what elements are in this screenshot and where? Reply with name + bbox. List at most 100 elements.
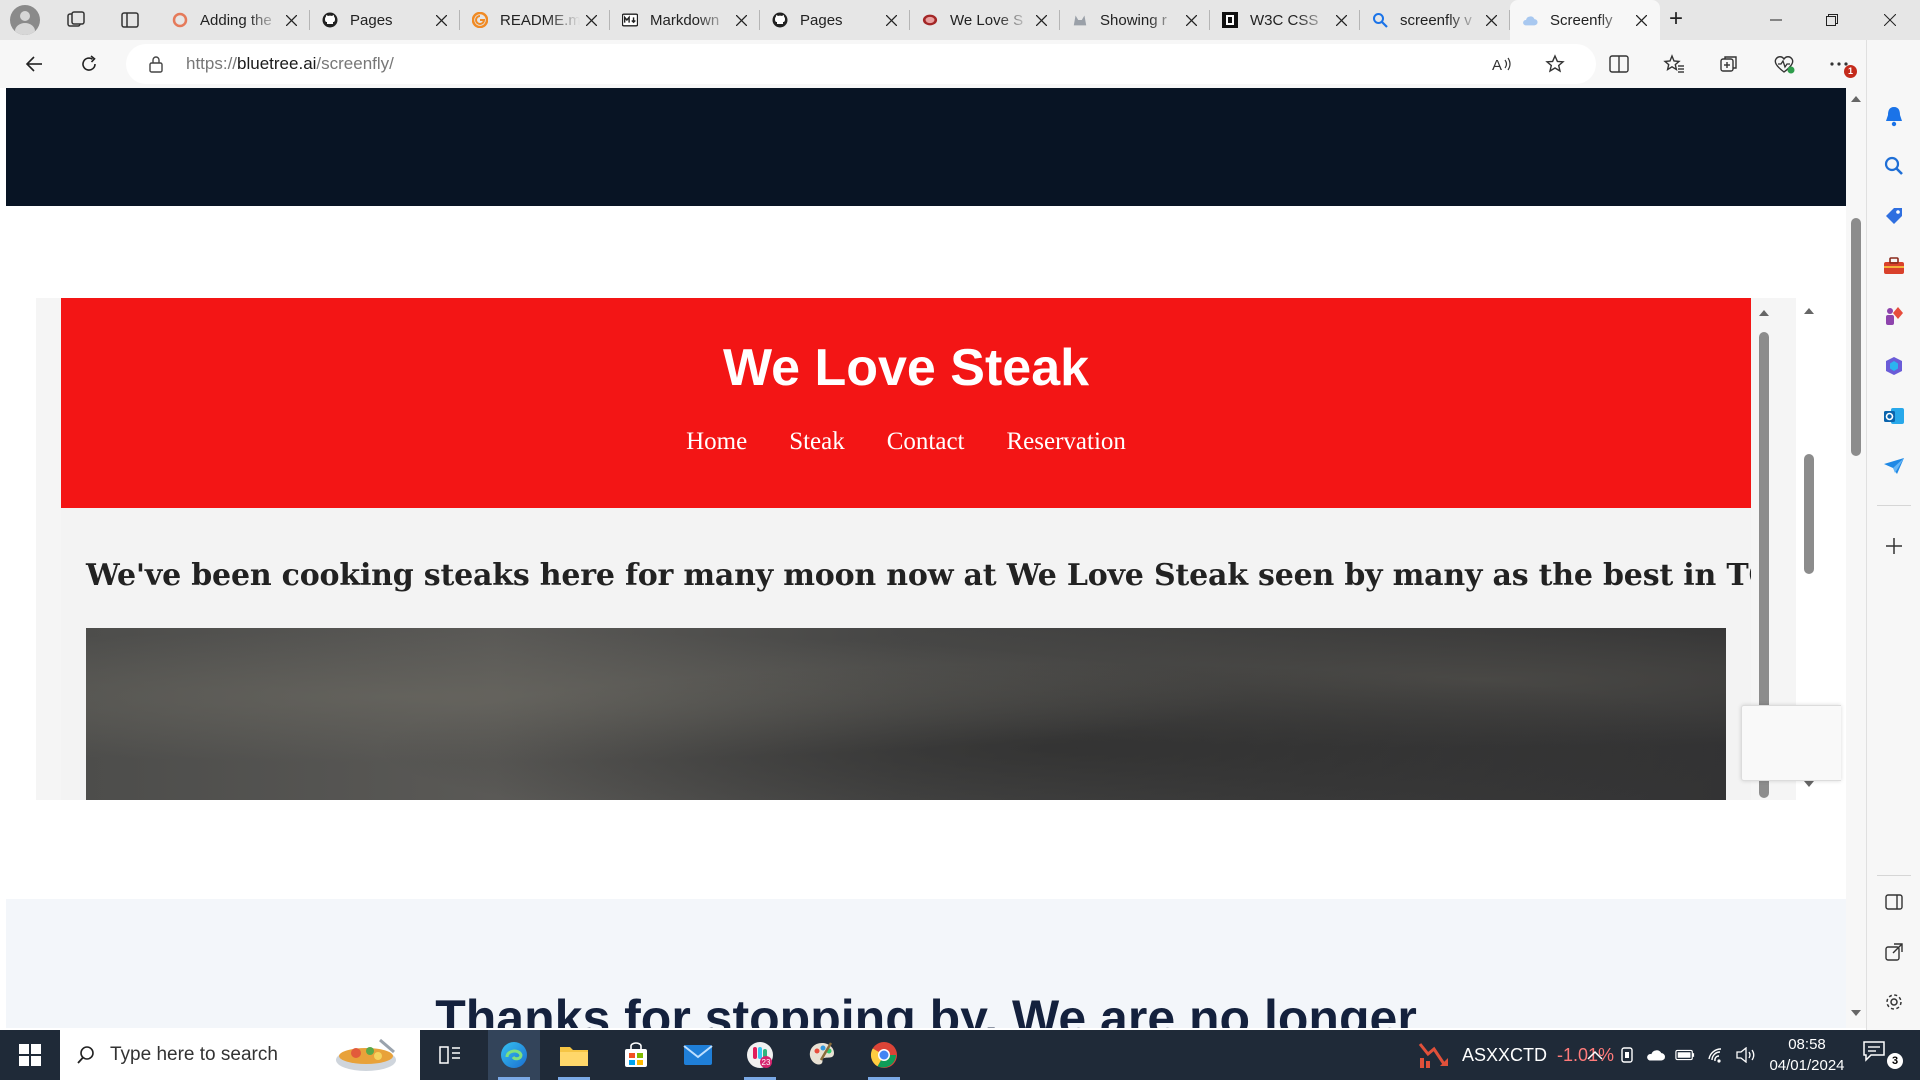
add-sidebar-item-icon[interactable] <box>1880 532 1908 560</box>
taskbar-search-placeholder[interactable]: Type here to search <box>110 1044 278 1066</box>
navigation-bar: https://bluetree.ai/screenfly/ A 1 <box>0 40 1920 88</box>
tab-close-icon[interactable] <box>1630 9 1652 31</box>
url-text[interactable]: https://bluetree.ai/screenfly/ <box>186 54 394 74</box>
taskbar-paint-icon[interactable] <box>796 1030 848 1080</box>
tab-title: Markdown <box>650 11 720 29</box>
browser-tab[interactable]: Adding the <box>160 0 310 40</box>
tab-title: README.m <box>500 11 580 29</box>
tab-close-icon[interactable] <box>580 9 602 31</box>
tab-close-icon[interactable] <box>1330 9 1352 31</box>
gitbook-icon <box>472 12 488 28</box>
tab-close-icon[interactable] <box>1030 9 1052 31</box>
search-highlight-food-icon[interactable] <box>330 1036 402 1074</box>
frame-scrollbar-thumb[interactable] <box>1804 454 1814 574</box>
page-scrollbar-thumb[interactable] <box>1851 218 1861 456</box>
address-bar[interactable]: https://bluetree.ai/screenfly/ A <box>126 44 1596 84</box>
frame-scroll-up-icon[interactable] <box>1804 306 1814 316</box>
taskbar-edge-icon[interactable] <box>488 1030 540 1080</box>
favorite-star-icon[interactable] <box>1539 48 1571 80</box>
settings-gear-icon[interactable] <box>1880 988 1908 1016</box>
search-icon[interactable] <box>1880 152 1908 180</box>
browser-tab[interactable]: screenfly v <box>1360 0 1510 40</box>
outlook-icon[interactable] <box>1880 402 1908 430</box>
windows-start-icon[interactable] <box>0 1030 60 1080</box>
tab-close-icon[interactable] <box>430 9 452 31</box>
read-aloud-icon[interactable]: A <box>1486 48 1518 80</box>
nav-link-contact[interactable]: Contact <box>887 428 965 456</box>
device-icon[interactable] <box>1617 1045 1637 1065</box>
workspaces-icon[interactable] <box>62 6 90 34</box>
favorites-icon[interactable] <box>1658 48 1690 80</box>
microsoft-365-icon[interactable] <box>1880 352 1908 380</box>
markdown-icon <box>622 12 638 28</box>
tab-close-icon[interactable] <box>280 9 302 31</box>
tab-actions-icon[interactable] <box>116 6 144 34</box>
send-plane-icon[interactable] <box>1880 452 1908 480</box>
notification-count-badge: 3 <box>1887 1053 1903 1069</box>
show-hidden-icons-chevron-icon[interactable] <box>1585 1045 1605 1065</box>
steak-icon <box>922 12 938 28</box>
taskbar-clock[interactable]: 08:58 04/01/2024 <box>1762 1034 1852 1076</box>
tab-close-icon[interactable] <box>1480 9 1502 31</box>
collections-icon[interactable] <box>1713 48 1745 80</box>
taskbar-mail-icon[interactable] <box>672 1030 724 1080</box>
site-header-bar <box>6 88 1846 206</box>
browser-tab[interactable]: Screenfly <box>1510 0 1660 40</box>
sidebar-divider-bottom <box>1877 875 1911 876</box>
browser-tab[interactable]: W3C CSS <box>1210 0 1360 40</box>
tab-title: Pages <box>350 11 393 29</box>
browser-tab[interactable]: Pages <box>310 0 460 40</box>
taskbar-store-icon[interactable] <box>610 1030 662 1080</box>
browser-tab[interactable]: Markdown <box>610 0 760 40</box>
taskbar-file-explorer-icon[interactable] <box>548 1030 600 1080</box>
taskbar-search-box[interactable]: Type here to search <box>60 1030 420 1080</box>
open-external-icon[interactable] <box>1880 938 1908 966</box>
games-icon[interactable] <box>1880 302 1908 330</box>
tools-briefcase-icon[interactable] <box>1880 252 1908 280</box>
page-scrollbar[interactable] <box>1846 88 1866 1028</box>
clock-date: 04/01/2024 <box>1769 1057 1845 1074</box>
tab-close-icon[interactable] <box>730 9 752 31</box>
onedrive-cloud-icon[interactable] <box>1645 1045 1665 1065</box>
more-menu-icon[interactable]: 1 <box>1823 48 1857 80</box>
nav-link-reservation[interactable]: Reservation <box>1007 428 1126 456</box>
profile-avatar[interactable] <box>10 5 40 35</box>
page-scroll-down-icon[interactable] <box>1851 1008 1861 1018</box>
browser-tab[interactable]: README.m <box>460 0 610 40</box>
taskbar-slack-icon[interactable]: 23 <box>734 1030 786 1080</box>
scroll-up-arrow-icon[interactable] <box>1759 308 1769 318</box>
back-button[interactable] <box>18 48 50 80</box>
wifi-icon[interactable] <box>1707 1045 1727 1065</box>
nav-link-steak[interactable]: Steak <box>789 428 845 456</box>
browser-tab[interactable]: Showing r <box>1060 0 1210 40</box>
close-window-button[interactable] <box>1862 0 1918 40</box>
volume-icon[interactable] <box>1736 1045 1756 1065</box>
tab-close-icon[interactable] <box>1180 9 1202 31</box>
browser-tab[interactable]: Pages <box>760 0 910 40</box>
refresh-button[interactable] <box>73 48 105 80</box>
tab-title: Screenfly <box>1550 11 1613 29</box>
thanks-section: Thanks for stopping by. We are no longer <box>6 899 1846 1028</box>
taskbar-chrome-icon[interactable] <box>858 1030 910 1080</box>
browser-essentials-icon[interactable] <box>1768 48 1800 80</box>
task-view-icon[interactable] <box>424 1030 476 1080</box>
search-icon <box>1372 12 1388 28</box>
minimize-button[interactable] <box>1748 0 1804 40</box>
page-scroll-up-icon[interactable] <box>1851 94 1861 104</box>
notifications-bell-icon[interactable] <box>1880 102 1908 130</box>
shopping-tag-icon[interactable] <box>1880 202 1908 230</box>
tab-close-icon[interactable] <box>880 9 902 31</box>
hide-sidebar-icon[interactable] <box>1880 888 1908 916</box>
circle-ring-icon <box>172 12 188 28</box>
battery-icon[interactable] <box>1675 1045 1695 1065</box>
browser-tab[interactable]: We Love S <box>910 0 1060 40</box>
split-screen-icon[interactable] <box>1603 48 1635 80</box>
clock-time: 08:58 <box>1788 1036 1826 1053</box>
w3c-icon <box>1222 12 1238 28</box>
nav-link-home[interactable]: Home <box>686 428 747 456</box>
recaptcha-badge[interactable] <box>1741 705 1841 781</box>
new-tab-button[interactable]: + <box>1662 6 1690 34</box>
app-badge-count: 23 <box>762 1058 771 1067</box>
lock-icon[interactable] <box>148 55 164 73</box>
restore-button[interactable] <box>1804 0 1860 40</box>
